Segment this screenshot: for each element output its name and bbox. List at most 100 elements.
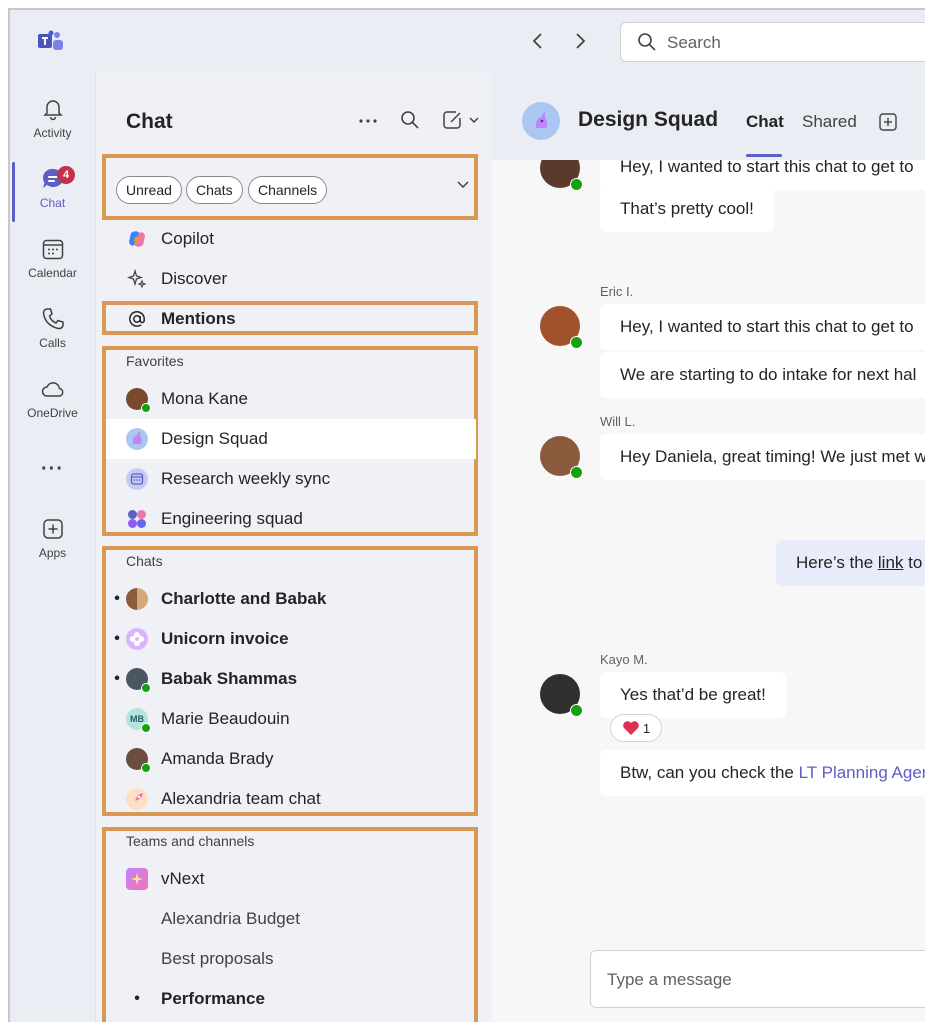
- rail-label-onedrive: OneDrive: [27, 406, 78, 420]
- chevron-down-icon[interactable]: [456, 180, 470, 190]
- rail-item-onedrive[interactable]: OneDrive: [10, 376, 95, 438]
- favorite-research-weekly-sync[interactable]: Research weekly sync: [108, 459, 476, 499]
- message-bubble: Btw, can you check the LT Planning Agen: [600, 750, 925, 796]
- nav-discover-label: Discover: [161, 269, 228, 288]
- panel-title: Chat: [126, 110, 173, 133]
- nav-discover[interactable]: Discover: [126, 259, 486, 299]
- reaction-heart[interactable]: 1: [610, 714, 662, 742]
- chat-unicorn-invoice[interactable]: • Unicorn invoice: [108, 619, 476, 659]
- calendar-icon: [126, 468, 148, 490]
- favorites-header: Favorites: [126, 353, 184, 369]
- rail-item-calendar[interactable]: Calendar: [10, 236, 95, 298]
- favorite-label: Design Squad: [161, 429, 268, 448]
- sparkle-icon: [126, 868, 148, 890]
- title-bar: [10, 10, 925, 72]
- self-message-text: Here’s the: [796, 553, 878, 572]
- channel-alexandria-budget[interactable]: Alexandria Budget: [108, 899, 476, 939]
- channel-label: Alexandria Budget: [161, 909, 300, 928]
- favorite-label: Engineering squad: [161, 509, 303, 528]
- chevron-left-icon: [532, 33, 542, 49]
- rail-item-calls[interactable]: Calls: [10, 306, 95, 368]
- reaction-count: 1: [642, 720, 651, 736]
- chat-babak-shammas[interactable]: • Babak Shammas: [108, 659, 476, 699]
- new-chat-icon[interactable]: [442, 110, 484, 130]
- search-chats-icon[interactable]: [400, 110, 420, 130]
- back-button[interactable]: [530, 30, 546, 56]
- chat-header: Design Squad Chat Shared: [492, 72, 925, 160]
- avatar: [540, 674, 583, 717]
- more-options-icon[interactable]: [358, 114, 378, 128]
- unread-dot-icon: •: [114, 630, 120, 647]
- avatar: [540, 306, 583, 349]
- add-tab-icon[interactable]: [878, 112, 898, 132]
- teams-window: Activity 4 Chat Calendar Call: [8, 8, 925, 1022]
- message-list: Hey, I wanted to start this chat to get …: [492, 160, 925, 1022]
- favorite-mona-kane[interactable]: Mona Kane: [108, 379, 476, 419]
- calendar-icon: [42, 239, 63, 260]
- favorite-label: Research weekly sync: [161, 469, 331, 488]
- chat-marie-beaudouin[interactable]: MB Marie Beaudouin: [108, 699, 476, 739]
- avatar: [126, 588, 148, 610]
- message-author: Will L.: [600, 414, 636, 429]
- chat-label: Amanda Brady: [161, 749, 274, 768]
- rail-label-chat: Chat: [39, 196, 66, 210]
- phone-icon: [42, 308, 64, 330]
- team-label: vNext: [161, 869, 205, 888]
- unread-dot-icon: •: [114, 670, 120, 687]
- bell-icon: [42, 100, 63, 121]
- cloud-icon: [41, 382, 63, 397]
- message-link[interactable]: LT Planning Agen: [799, 763, 925, 782]
- rail-label-apps: Apps: [38, 546, 67, 560]
- avatar: [126, 668, 151, 693]
- channel-best-proposals[interactable]: Best proposals: [108, 939, 476, 979]
- forward-button[interactable]: [572, 30, 588, 56]
- message-bubble: That’s pretty cool!: [600, 186, 774, 232]
- group-icon: [126, 508, 148, 530]
- channel-performance[interactable]: • Performance: [108, 979, 476, 1019]
- chat-amanda-brady[interactable]: Amanda Brady: [108, 739, 476, 779]
- sparkle-icon: [126, 268, 148, 290]
- favorite-design-squad[interactable]: Design Squad: [106, 419, 476, 459]
- favorite-engineering-squad[interactable]: Engineering squad: [108, 499, 476, 539]
- chat-label: Babak Shammas: [161, 669, 298, 688]
- favorite-label: Mona Kane: [161, 389, 248, 408]
- avatar: [126, 388, 151, 413]
- tab-shared[interactable]: Shared: [802, 112, 857, 132]
- unread-badge: 4: [57, 166, 75, 184]
- rail-item-activity[interactable]: Activity: [10, 96, 95, 158]
- nav-mentions[interactable]: Mentions: [126, 299, 486, 339]
- message-author: Kayo M.: [600, 652, 648, 667]
- nav-copilot[interactable]: Copilot: [126, 219, 486, 259]
- filter-unread[interactable]: Unread: [116, 176, 182, 204]
- avatar: [540, 160, 583, 191]
- filter-channels[interactable]: Channels: [248, 176, 328, 204]
- avatar-initials: MB: [130, 714, 144, 724]
- compose-box[interactable]: [590, 950, 925, 1008]
- chat-charlotte-and-babak[interactable]: • Charlotte and Babak: [108, 579, 476, 619]
- message-bubble: Hey Daniela, great timing! We just met w: [600, 434, 925, 480]
- teams-header: Teams and channels: [126, 833, 255, 849]
- avatar: [126, 748, 151, 773]
- search-box[interactable]: [620, 22, 925, 62]
- rail-more-button[interactable]: ···: [10, 458, 95, 488]
- at-sign-icon: [126, 308, 148, 330]
- filter-chats[interactable]: Chats: [186, 176, 243, 204]
- team-vnext[interactable]: vNext: [108, 859, 476, 899]
- chat-label: Marie Beaudouin: [161, 709, 290, 728]
- message-link[interactable]: link: [878, 553, 904, 572]
- filters-highlight: Unread Chats Channels: [102, 154, 478, 220]
- heart-icon: [623, 721, 639, 735]
- more-icon: ···: [41, 458, 64, 480]
- rail-item-apps[interactable]: Apps: [10, 516, 95, 578]
- rail-label-calls: Calls: [39, 336, 66, 350]
- chat-label: Alexandria team chat: [161, 789, 321, 808]
- chat-alexandria-team-chat[interactable]: Alexandria team chat: [108, 779, 476, 819]
- tab-chat[interactable]: Chat: [746, 112, 784, 132]
- message-input[interactable]: [607, 969, 907, 991]
- rail-item-chat[interactable]: 4 Chat: [10, 166, 95, 228]
- self-message-bubble: Here’s the link to: [776, 540, 925, 586]
- nav-mentions-label: Mentions: [161, 309, 236, 328]
- chat-list-panel: Chat Unread Chats Channels Copilot Disco…: [95, 72, 492, 1022]
- search-input[interactable]: [667, 32, 907, 54]
- channel-label: Best proposals: [161, 949, 274, 968]
